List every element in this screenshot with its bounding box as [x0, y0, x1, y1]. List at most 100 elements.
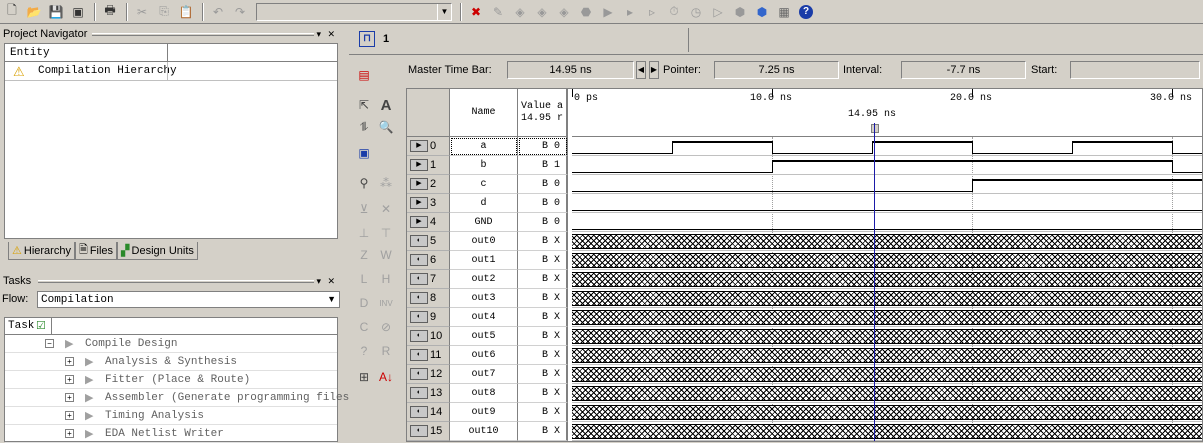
netlist-icon[interactable]: ⬢: [730, 2, 750, 22]
count-value-icon[interactable]: C: [355, 318, 373, 336]
signal-name[interactable]: out3: [450, 289, 518, 308]
panel-controls[interactable]: ▾ ✕: [316, 26, 337, 42]
cursor-handle[interactable]: [871, 124, 879, 133]
sort-icon[interactable]: A↓: [377, 368, 395, 386]
start-icon[interactable]: ▶: [598, 2, 618, 22]
signal-name[interactable]: out4: [450, 308, 518, 327]
tab-design-units[interactable]: ▞ Design Units: [117, 242, 198, 260]
time-bar-prev-button[interactable]: ◀: [636, 61, 646, 79]
signal-name[interactable]: out6: [450, 346, 518, 365]
weak-low-icon[interactable]: L: [355, 270, 373, 288]
weak-unknown-icon[interactable]: W: [377, 246, 395, 264]
master-time-bar-field[interactable]: 14.95 ns: [507, 61, 634, 79]
waveform-editing-icon[interactable]: ⥮: [355, 118, 373, 136]
dont-care-icon[interactable]: D: [355, 294, 373, 312]
clock-icon[interactable]: ◷: [686, 2, 706, 22]
find-icon[interactable]: ⚲: [355, 174, 373, 192]
analyze-icon[interactable]: ◈: [510, 2, 530, 22]
invert-icon[interactable]: INV: [377, 294, 395, 312]
signal-name[interactable]: out7: [450, 365, 518, 384]
signal-row[interactable]: ◐ 6 out1 B X: [407, 251, 572, 270]
redo-icon[interactable]: ↷: [230, 2, 250, 22]
signal-name[interactable]: c: [450, 175, 518, 194]
forcing-unknown-icon[interactable]: ✕: [377, 200, 395, 218]
chevron-down-icon[interactable]: ▼: [327, 294, 336, 304]
compile-x-icon[interactable]: ✖: [466, 2, 486, 22]
save-all-icon[interactable]: ▣: [68, 2, 88, 22]
signal-row[interactable]: ◐ 5 out0 B X: [407, 232, 572, 251]
chevron-down-icon[interactable]: ▼: [437, 3, 451, 20]
signal-name[interactable]: out9: [450, 403, 518, 422]
signal-row[interactable]: ◐ 10 out5 B X: [407, 327, 572, 346]
signal-row[interactable]: ◐ 11 out6 B X: [407, 346, 572, 365]
elaborate-icon[interactable]: ◈: [554, 2, 574, 22]
save-icon[interactable]: 💾: [46, 2, 66, 22]
print-icon[interactable]: 🖶: [100, 2, 120, 22]
expand-icon[interactable]: −: [45, 339, 54, 348]
signal-row[interactable]: ▶ 3 d B 0: [407, 194, 572, 213]
master-time-bar-cursor[interactable]: [874, 123, 875, 441]
task-row[interactable]: + ▶ Timing Analysis: [5, 407, 337, 425]
signal-name[interactable]: out8: [450, 384, 518, 403]
signal-row[interactable]: ▶ 0 a B 0: [407, 137, 572, 156]
run-step-icon[interactable]: ▸: [620, 2, 640, 22]
signal-name[interactable]: a: [450, 137, 518, 156]
waveform-display[interactable]: [572, 123, 1202, 441]
expand-icon[interactable]: +: [65, 429, 74, 438]
text-tool-icon[interactable]: A: [377, 96, 395, 114]
fitter-icon[interactable]: ◈: [532, 2, 552, 22]
signal-row[interactable]: ◐ 8 out3 B X: [407, 289, 572, 308]
task-row[interactable]: + ▶ EDA Netlist Writer: [5, 425, 337, 443]
expand-icon[interactable]: +: [65, 375, 74, 384]
expand-icon[interactable]: +: [65, 357, 74, 366]
signal-row[interactable]: ◐ 14 out9 B X: [407, 403, 572, 422]
signal-name[interactable]: out0: [450, 232, 518, 251]
uninitialized-icon[interactable]: ⊻: [355, 200, 373, 218]
paste-icon[interactable]: 📋: [176, 2, 196, 22]
arbitrary-value-icon[interactable]: ?: [355, 342, 373, 360]
random-values-icon[interactable]: R: [377, 342, 395, 360]
programmer-icon[interactable]: ⬢: [752, 2, 772, 22]
open-folder-icon[interactable]: 📂: [24, 2, 44, 22]
waveform-tab[interactable]: ⊓ 1: [355, 28, 689, 52]
hierarchy-row[interactable]: ⚠ Compilation Hierarchy: [5, 62, 337, 81]
copy-icon[interactable]: ⎘: [154, 2, 174, 22]
weak-high-icon[interactable]: H: [377, 270, 395, 288]
overwrite-clock-icon[interactable]: ⊘: [377, 318, 395, 336]
waveform-settings-icon[interactable]: ▤: [355, 66, 373, 84]
task-row[interactable]: + ▶ Fitter (Place & Route): [5, 371, 337, 389]
selection-tool-icon[interactable]: ⇱: [355, 96, 373, 114]
signal-row[interactable]: ▶ 4 GND B 0: [407, 213, 572, 232]
signal-row[interactable]: ◐ 13 out8 B X: [407, 384, 572, 403]
snap-to-grid-icon[interactable]: ⊞: [355, 368, 373, 386]
signal-row[interactable]: ◐ 15 out10 B X: [407, 422, 572, 441]
expand-icon[interactable]: +: [65, 393, 74, 402]
forcing-low-icon[interactable]: ⊥: [355, 224, 373, 242]
signal-name[interactable]: d: [450, 194, 518, 213]
pencil-icon[interactable]: ✎: [488, 2, 508, 22]
task-row[interactable]: − ▶ Compile Design: [5, 335, 337, 353]
zoom-icon[interactable]: 🔍: [377, 118, 395, 136]
forcing-high-icon[interactable]: ⊤: [377, 224, 395, 242]
task-row[interactable]: + ▶ Analysis & Synthesis: [5, 353, 337, 371]
stop-icon[interactable]: ⬣: [576, 2, 596, 22]
start-field[interactable]: [1070, 61, 1200, 79]
signal-row[interactable]: ▶ 2 c B 0: [407, 175, 572, 194]
simulate-icon[interactable]: ▷: [708, 2, 728, 22]
signal-row[interactable]: ◐ 9 out4 B X: [407, 308, 572, 327]
panel-controls[interactable]: ▾ ✕: [316, 273, 337, 289]
help-icon[interactable]: ?: [796, 2, 816, 22]
signal-row[interactable]: ▶ 1 b B 1: [407, 156, 572, 175]
signal-name[interactable]: out1: [450, 251, 518, 270]
tab-files[interactable]: 🗎 Files: [74, 242, 118, 260]
high-impedance-icon[interactable]: Z: [355, 246, 373, 264]
signal-row[interactable]: ◐ 7 out2 B X: [407, 270, 572, 289]
fullscreen-icon[interactable]: ▣: [355, 144, 373, 162]
flow-select[interactable]: Compilation ▼: [37, 291, 340, 308]
new-file-icon[interactable]: 🗋: [2, 2, 22, 22]
timing-icon[interactable]: ⏱: [664, 2, 684, 22]
chip-icon[interactable]: ▦: [774, 2, 794, 22]
signal-name[interactable]: out5: [450, 327, 518, 346]
signal-name[interactable]: out2: [450, 270, 518, 289]
project-combo[interactable]: ▼: [256, 2, 452, 21]
